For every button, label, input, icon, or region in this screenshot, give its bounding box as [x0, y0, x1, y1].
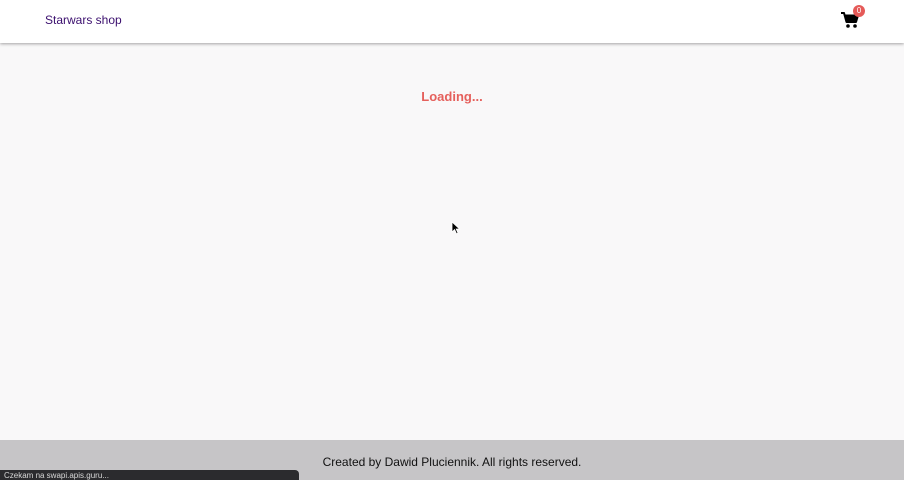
footer-copyright: Created by Dawid Pluciennik. All rights …	[322, 455, 582, 469]
main-content: Loading...	[0, 43, 904, 440]
browser-status-bar: Czekam na swapi.apis.guru...	[0, 470, 299, 480]
brand-link[interactable]: Starwars shop	[45, 13, 122, 27]
navbar: Starwars shop 0	[0, 0, 904, 43]
browser-status-text: Czekam na swapi.apis.guru...	[4, 471, 109, 480]
loading-text: Loading...	[421, 89, 483, 104]
mouse-pointer-icon	[451, 221, 461, 240]
cart-count-badge: 0	[853, 5, 865, 17]
cart-button[interactable]: 0	[838, 5, 865, 32]
page: Starwars shop 0 Loading... Created by Da…	[0, 0, 904, 480]
